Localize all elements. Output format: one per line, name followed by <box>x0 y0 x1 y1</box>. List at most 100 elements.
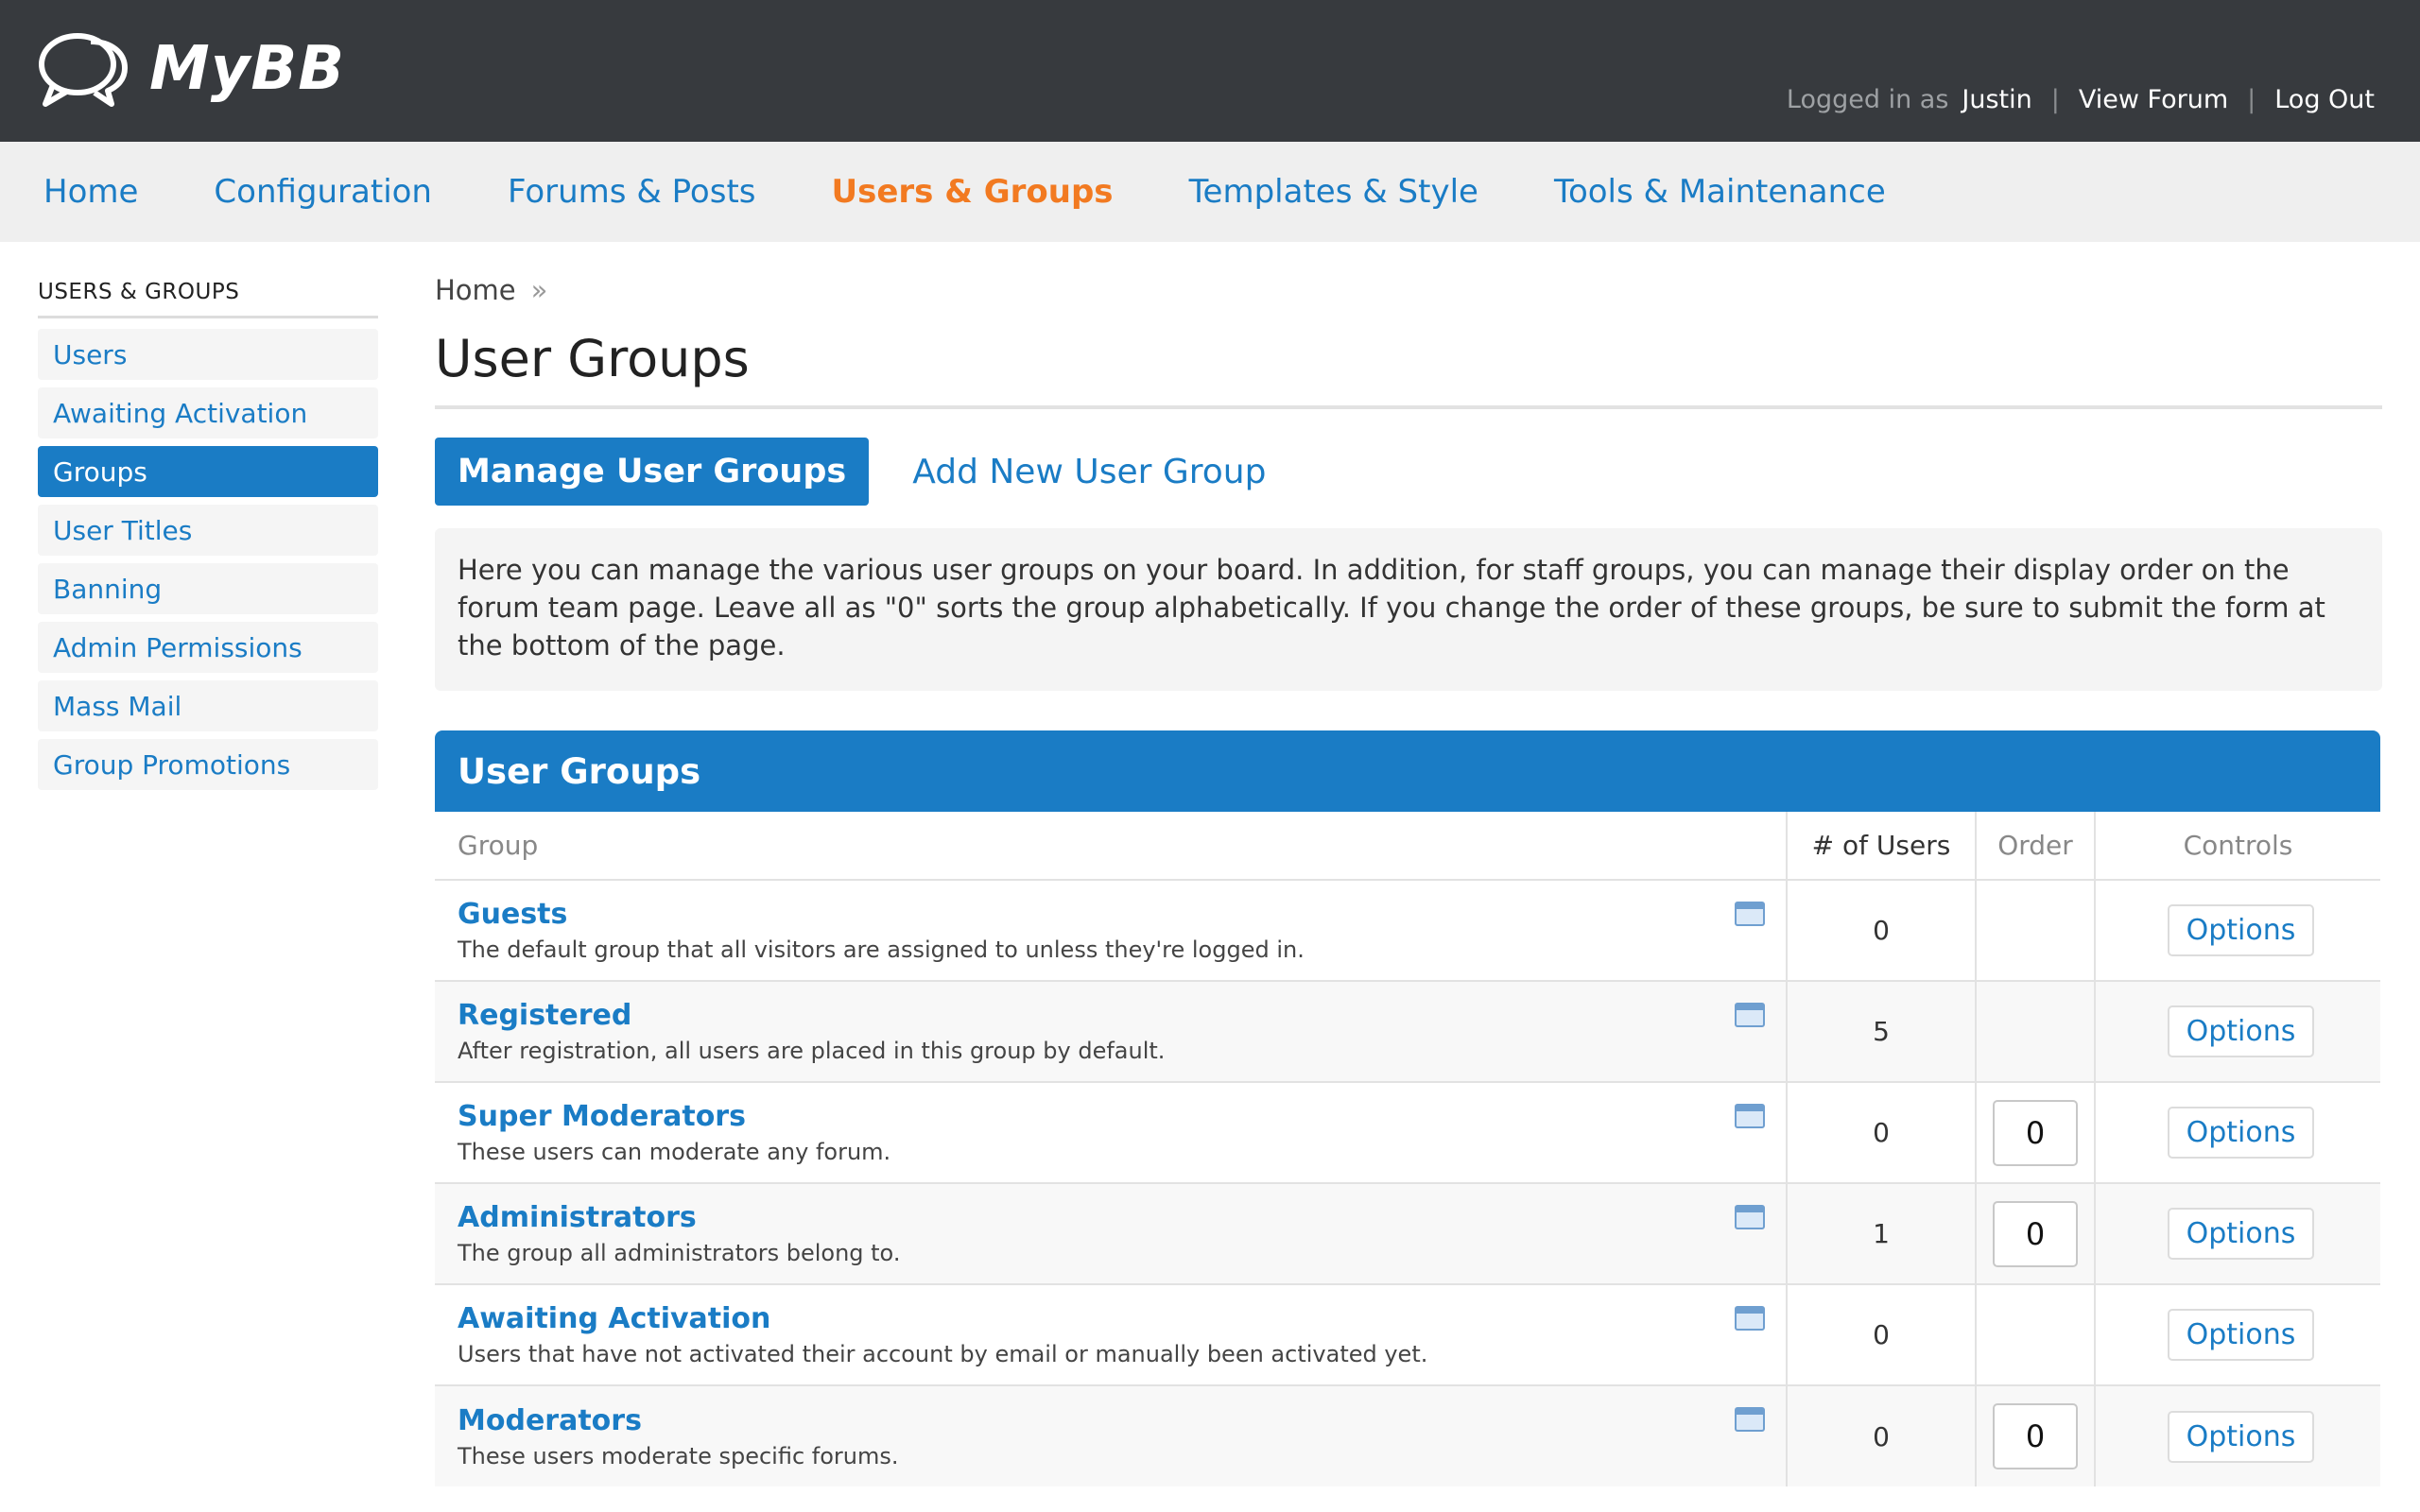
sidebar-menu: Users Awaiting Activation Groups User Ti… <box>38 329 378 790</box>
group-cell: Administrators The group all administrat… <box>435 1182 1787 1284</box>
user-count: 1 <box>1786 1182 1976 1284</box>
group-description: The group all administrators belong to. <box>458 1240 901 1266</box>
group-name-link[interactable]: Moderators <box>435 1404 1786 1437</box>
table-title: User Groups <box>435 730 2380 812</box>
user-info: Logged in as Justin | View Forum | Log O… <box>1787 85 2375 114</box>
table-row: Moderators These users moderate specific… <box>435 1384 2380 1486</box>
options-button[interactable]: Options <box>2167 1309 2315 1361</box>
column-header-order: Order <box>1975 812 2095 881</box>
sidebar-item-user-titles[interactable]: User Titles <box>38 505 378 556</box>
order-cell: 0 <box>1975 1081 2095 1183</box>
options-button[interactable]: Options <box>2167 1107 2315 1159</box>
nav-users-groups[interactable]: Users & Groups <box>832 173 1114 211</box>
user-count: 0 <box>1786 879 1976 981</box>
tab-add-new-user-group[interactable]: Add New User Group <box>912 453 1266 491</box>
sidebar-item-users[interactable]: Users <box>38 329 378 380</box>
group-cell: Guests The default group that all visito… <box>435 879 1787 981</box>
window-icon[interactable] <box>1735 1205 1765 1229</box>
group-name-link[interactable]: Guests <box>435 898 1786 931</box>
nav-home[interactable]: Home <box>43 173 138 211</box>
controls-cell: Options <box>2094 1283 2380 1385</box>
order-cell <box>1975 879 2095 981</box>
sidebar-item-group-promotions[interactable]: Group Promotions <box>38 739 378 790</box>
group-description: These users moderate specific forums. <box>458 1442 899 1469</box>
separator: | <box>2050 85 2060 114</box>
header-bar: MyBB Logged in as Justin | View Forum | … <box>0 0 2420 142</box>
group-name-link[interactable]: Administrators <box>435 1201 1786 1234</box>
order-cell <box>1975 980 2095 1082</box>
options-button[interactable]: Options <box>2167 904 2315 956</box>
group-name-link[interactable]: Registered <box>435 999 1786 1032</box>
column-header-controls: Controls <box>2094 812 2380 881</box>
nav-tools-maintenance[interactable]: Tools & Maintenance <box>1554 173 1886 211</box>
sidebar-item-admin-permissions[interactable]: Admin Permissions <box>38 622 378 673</box>
description-notice: Here you can manage the various user gro… <box>435 528 2382 691</box>
group-cell: Moderators These users moderate specific… <box>435 1384 1787 1486</box>
controls-cell: Options <box>2094 879 2380 981</box>
window-icon[interactable] <box>1735 902 1765 926</box>
controls-cell: Options <box>2094 980 2380 1082</box>
log-out-link[interactable]: Log Out <box>2274 85 2375 114</box>
table-row: Guests The default group that all visito… <box>435 879 2380 981</box>
tab-manage-user-groups[interactable]: Manage User Groups <box>435 438 870 506</box>
nav-forums-posts[interactable]: Forums & Posts <box>508 173 756 211</box>
group-description: After registration, all users are placed… <box>458 1038 1166 1064</box>
main-content: Home » User Groups Manage User Groups Add… <box>435 274 2382 1486</box>
table-row: Registered After registration, all users… <box>435 980 2380 1082</box>
column-header-group: Group <box>435 812 1787 881</box>
group-cell: Awaiting Activation Users that have not … <box>435 1283 1787 1385</box>
table-row: Administrators The group all administrat… <box>435 1182 2380 1284</box>
username-link[interactable]: Justin <box>1962 85 2031 114</box>
user-count: 0 <box>1786 1384 1976 1486</box>
user-count: 0 <box>1786 1283 1976 1385</box>
order-input[interactable]: 0 <box>1993 1099 2078 1166</box>
breadcrumb-separator: » <box>530 274 548 306</box>
separator: | <box>2247 85 2256 114</box>
group-cell: Super Moderators These users can moderat… <box>435 1081 1787 1183</box>
nav-templates-style[interactable]: Templates & Style <box>1189 173 1478 211</box>
order-cell: 0 <box>1975 1182 2095 1284</box>
nav-configuration[interactable]: Configuration <box>214 173 432 211</box>
breadcrumb-home[interactable]: Home <box>435 274 516 306</box>
window-icon[interactable] <box>1735 1003 1765 1027</box>
controls-cell: Options <box>2094 1182 2380 1284</box>
view-forum-link[interactable]: View Forum <box>2079 85 2228 114</box>
window-icon[interactable] <box>1735 1104 1765 1128</box>
group-description: The default group that all visitors are … <box>458 936 1305 963</box>
sidebar: USERS & GROUPS Users Awaiting Activation… <box>38 280 378 798</box>
group-name-link[interactable]: Super Moderators <box>435 1100 1786 1133</box>
window-icon[interactable] <box>1735 1407 1765 1432</box>
top-navigation: Home Configuration Forums & Posts Users … <box>0 142 2420 242</box>
column-header-users: # of Users <box>1786 812 1976 881</box>
order-cell <box>1975 1283 2095 1385</box>
sidebar-item-mass-mail[interactable]: Mass Mail <box>38 680 378 731</box>
mybb-logo[interactable]: MyBB <box>36 26 345 112</box>
user-count: 0 <box>1786 1081 1976 1183</box>
page-title: User Groups <box>435 329 2382 409</box>
table-row: Super Moderators These users can moderat… <box>435 1081 2380 1183</box>
user-groups-table: User Groups Group # of Users Order Contr… <box>435 730 2380 1486</box>
sidebar-item-banning[interactable]: Banning <box>38 563 378 614</box>
order-input[interactable]: 0 <box>1993 1200 2078 1267</box>
order-input[interactable]: 0 <box>1993 1403 2078 1469</box>
controls-cell: Options <box>2094 1384 2380 1486</box>
table-row: Awaiting Activation Users that have not … <box>435 1283 2380 1385</box>
group-cell: Registered After registration, all users… <box>435 980 1787 1082</box>
group-description: These users can moderate any forum. <box>458 1139 891 1165</box>
order-cell: 0 <box>1975 1384 2095 1486</box>
breadcrumb: Home » <box>435 274 2382 306</box>
sidebar-title: USERS & GROUPS <box>38 280 378 318</box>
group-description: Users that have not activated their acco… <box>458 1341 1428 1367</box>
speech-bubbles-icon <box>39 33 128 107</box>
logged-in-label: Logged in as <box>1786 85 1949 114</box>
options-button[interactable]: Options <box>2167 1410 2315 1463</box>
window-icon[interactable] <box>1735 1306 1765 1331</box>
sidebar-item-awaiting-activation[interactable]: Awaiting Activation <box>38 387 378 438</box>
user-count: 5 <box>1786 980 1976 1082</box>
group-name-link[interactable]: Awaiting Activation <box>435 1302 1786 1335</box>
options-button[interactable]: Options <box>2167 1208 2315 1260</box>
controls-cell: Options <box>2094 1081 2380 1183</box>
options-button[interactable]: Options <box>2167 1005 2315 1057</box>
sidebar-item-groups[interactable]: Groups <box>38 446 378 497</box>
tab-bar: Manage User Groups Add New User Group <box>435 438 2382 506</box>
